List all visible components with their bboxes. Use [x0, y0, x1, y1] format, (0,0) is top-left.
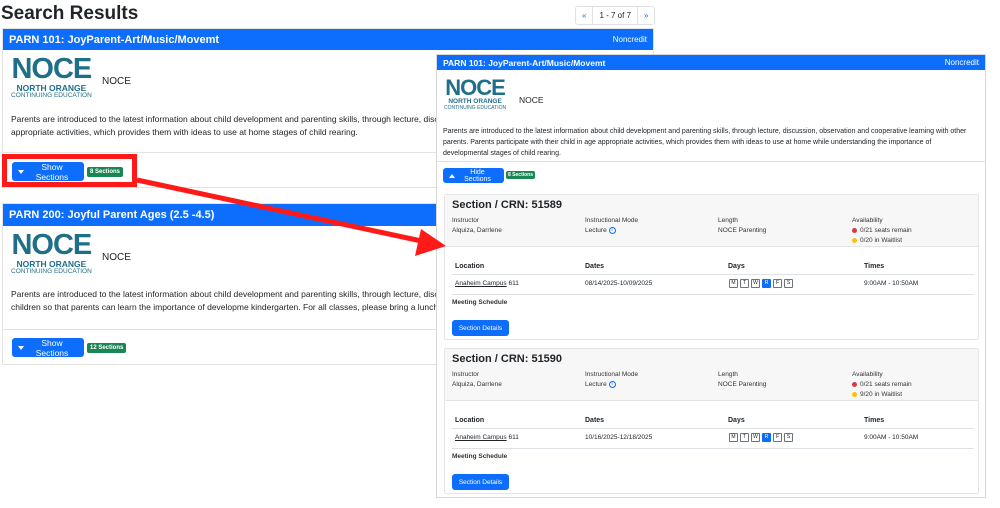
arrow-shaft	[136, 177, 427, 245]
annotation-arrow-icon	[136, 177, 446, 256]
arrow-head	[415, 229, 446, 256]
